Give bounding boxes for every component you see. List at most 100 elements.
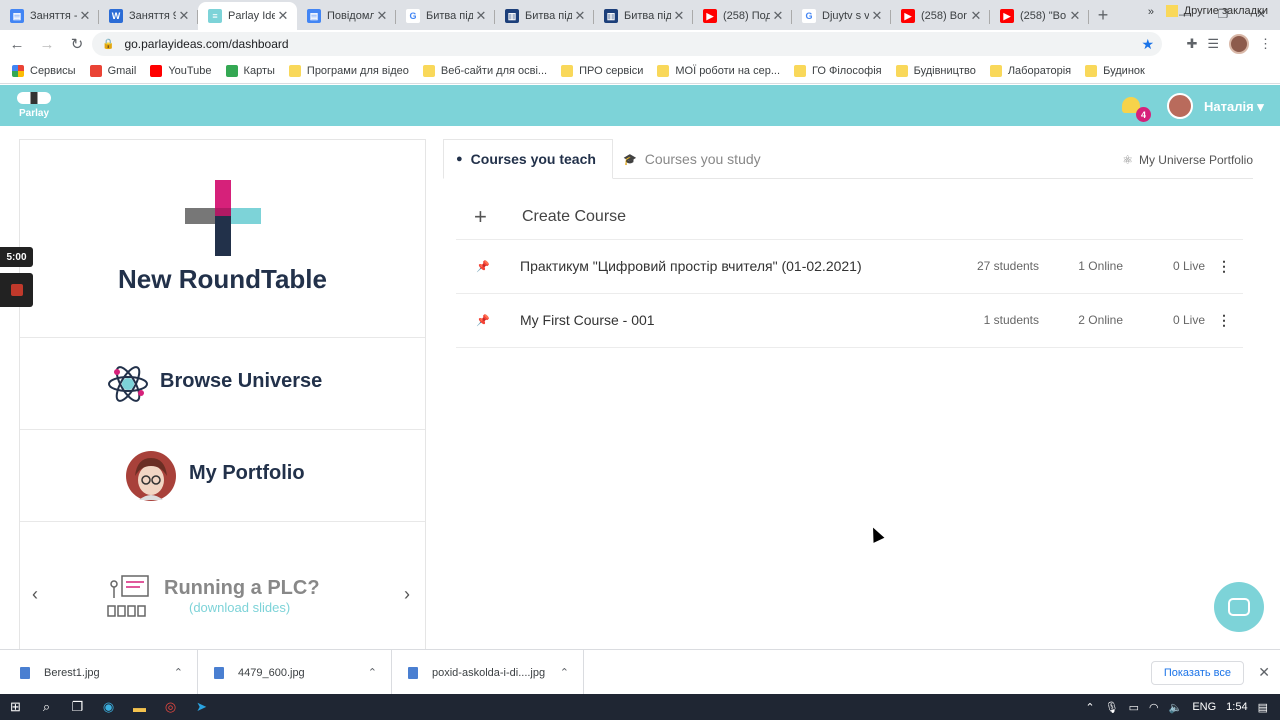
close-tab-icon[interactable]: ✕ [1067, 8, 1083, 24]
chrome-taskbar-icon[interactable]: ◎ [155, 694, 186, 720]
close-tab-icon[interactable]: ✕ [869, 8, 885, 24]
bookmark-item[interactable]: Будівництво [895, 64, 976, 77]
bookmark-label: Карты [243, 64, 275, 77]
back-icon[interactable]: ← [4, 36, 30, 53]
chevron-up-icon[interactable]: ⌃ [560, 666, 569, 679]
course-menu-icon[interactable]: ⋮ [1205, 258, 1243, 275]
course-name[interactable]: My First Course - 001 [520, 312, 939, 328]
my-universe-portfolio-link[interactable]: ⚛ My Universe Portfolio [1122, 153, 1253, 167]
tab-courses-you-study[interactable]: 🎓 Courses you study [623, 139, 761, 179]
browser-tab[interactable]: ▶ (258) Под ✕ [693, 2, 792, 30]
show-all-downloads-button[interactable]: Показать все [1150, 661, 1244, 685]
bookmark-item[interactable]: Веб-сайти для осві... [422, 64, 547, 77]
carousel-prev-icon[interactable]: ‹ [32, 584, 38, 605]
language-indicator[interactable]: ENG [1192, 701, 1216, 713]
close-tab-icon[interactable]: ✕ [770, 8, 786, 24]
browser-tab[interactable]: ≡ Parlay Ide ✕ [198, 2, 297, 30]
course-row[interactable]: 📌 Практикум "Цифровий простір вчителя" (0… [456, 240, 1243, 292]
battery-icon[interactable]: ▭ [1129, 701, 1139, 714]
new-tab-icon[interactable]: + [1089, 2, 1117, 30]
search-icon[interactable]: ⌕ [31, 694, 62, 720]
bookmark-label: Будівництво [913, 64, 976, 77]
download-slides-link[interactable]: (download slides) [189, 600, 290, 615]
close-tab-icon[interactable]: ✕ [275, 8, 291, 24]
bookmark-label: Програми для відео [306, 64, 409, 77]
bookmark-item[interactable]: Будинок [1085, 64, 1145, 77]
bookmark-item[interactable]: YouTube [150, 64, 212, 77]
course-live: 0 Live [1172, 313, 1205, 327]
chat-widget-button[interactable] [1214, 582, 1264, 632]
bookmark-star-icon[interactable]: ★ [1141, 36, 1154, 53]
close-downloads-icon[interactable]: ✕ [1258, 664, 1270, 681]
folder-icon [288, 64, 301, 77]
windows-taskbar: ⊞ ⌕ ❐ ◉ ▬ ◎ ➤ ⌃ 🎙 ▭ ◠ 🔈 ENG 1:54 ▤ [0, 694, 1280, 720]
bookmark-item[interactable]: Програми для відео [288, 64, 409, 77]
user-menu[interactable]: Наталія ▾ [1204, 99, 1264, 115]
my-portfolio-card[interactable]: My Portfolio [20, 430, 425, 522]
browser-tab[interactable]: ▥ Битва під ✕ [495, 2, 594, 30]
close-tab-icon[interactable]: ✕ [572, 8, 588, 24]
browser-tab[interactable]: ▶ (258) Bor ✕ [891, 2, 990, 30]
chrome-menu-icon[interactable]: ⋮ [1259, 36, 1272, 52]
browser-tab[interactable]: ▶ (258) "Bo ✕ [990, 2, 1089, 30]
bookmark-item[interactable]: Сервисы [12, 64, 76, 77]
chevron-up-icon[interactable]: ⌃ [174, 666, 183, 679]
stop-recording-button[interactable] [0, 273, 33, 307]
download-item[interactable]: Berest1.jpg ⌃ [20, 650, 198, 695]
browser-tab[interactable]: ▥ Битва під ✕ [594, 2, 693, 30]
bookmark-item[interactable]: Карты [225, 64, 275, 77]
reload-icon[interactable]: ↻ [64, 35, 90, 53]
reading-list-icon[interactable]: ☰ [1207, 36, 1219, 52]
download-item[interactable]: poxid-askolda-i-di....jpg ⌃ [408, 650, 584, 695]
browse-universe-card[interactable]: Browse Universe [20, 338, 425, 430]
windows-start-icon[interactable]: ⊞ [0, 694, 31, 720]
volume-icon[interactable]: 🔈 [1169, 701, 1183, 714]
course-menu-icon[interactable]: ⋮ [1205, 312, 1243, 329]
new-roundtable-card[interactable]: New RoundTable [20, 140, 425, 338]
edge-icon[interactable]: ◉ [93, 694, 124, 720]
browser-tab[interactable]: G Djuytv s v ✕ [792, 2, 891, 30]
bookmarks-overflow-button[interactable]: » [1148, 6, 1154, 18]
course-row[interactable]: 📌 My First Course - 001 1 students 2 Online… [456, 294, 1243, 346]
close-tab-icon[interactable]: ✕ [968, 8, 984, 24]
download-item[interactable]: 4479_600.jpg ⌃ [214, 650, 392, 695]
bookmark-item[interactable]: Gmail [89, 64, 136, 77]
tray-chevron-icon[interactable]: ⌃ [1085, 701, 1094, 714]
lock-icon[interactable]: 🔒 [102, 39, 114, 50]
microphone-icon[interactable]: 🎙 [1105, 701, 1119, 714]
forward-icon[interactable]: → [34, 36, 60, 53]
notifications-center-icon[interactable]: ▤ [1258, 701, 1268, 714]
parlay-logo[interactable]: Parlay [16, 92, 52, 119]
wifi-icon[interactable]: ◠ [1149, 701, 1159, 714]
close-tab-icon[interactable]: ✕ [473, 8, 489, 24]
task-view-icon[interactable]: ❐ [62, 694, 93, 720]
profile-avatar[interactable] [1229, 34, 1249, 54]
other-bookmarks[interactable]: Другие закладки [1165, 5, 1268, 17]
close-tab-icon[interactable]: ✕ [176, 8, 192, 24]
bookmark-item[interactable]: Лабораторія [989, 64, 1071, 77]
close-tab-icon[interactable]: ✕ [374, 8, 390, 24]
clock[interactable]: 1:54 [1226, 701, 1247, 713]
carousel-next-icon[interactable]: › [404, 584, 410, 605]
create-course-button[interactable]: + Create Course [474, 204, 626, 230]
tab-courses-you-teach[interactable]: ● Courses you teach [443, 139, 613, 179]
browser-tab[interactable]: ▤ Заняття - ✕ [0, 2, 99, 30]
course-name[interactable]: Практикум "Цифровий простір вчителя" (01… [520, 258, 939, 274]
browser-tab[interactable]: W Заняття 9 ✕ [99, 2, 198, 30]
browser-tab[interactable]: ▤ Повідомл ✕ [297, 2, 396, 30]
telegram-icon[interactable]: ➤ [186, 694, 217, 720]
close-tab-icon[interactable]: ✕ [671, 8, 687, 24]
file-explorer-icon[interactable]: ▬ [124, 694, 155, 720]
address-bar[interactable]: 🔒 go.parlayideas.com/dashboard ★ [92, 32, 1162, 56]
bookmark-item[interactable]: МОЇ роботи на сер... [657, 64, 780, 77]
bookmark-item[interactable]: ПРО сервіси [561, 64, 643, 77]
image-file-icon [214, 666, 224, 679]
bookmark-item[interactable]: ГО Філософія [794, 64, 882, 77]
pin-icon[interactable]: 📌 [456, 314, 520, 327]
close-tab-icon[interactable]: ✕ [77, 8, 93, 24]
extensions-icon[interactable]: ✚ [1186, 36, 1197, 52]
pin-icon[interactable]: 📌 [456, 260, 520, 273]
user-avatar[interactable] [1167, 93, 1193, 119]
browser-tab[interactable]: G Битва під ✕ [396, 2, 495, 30]
chevron-up-icon[interactable]: ⌃ [368, 666, 377, 679]
